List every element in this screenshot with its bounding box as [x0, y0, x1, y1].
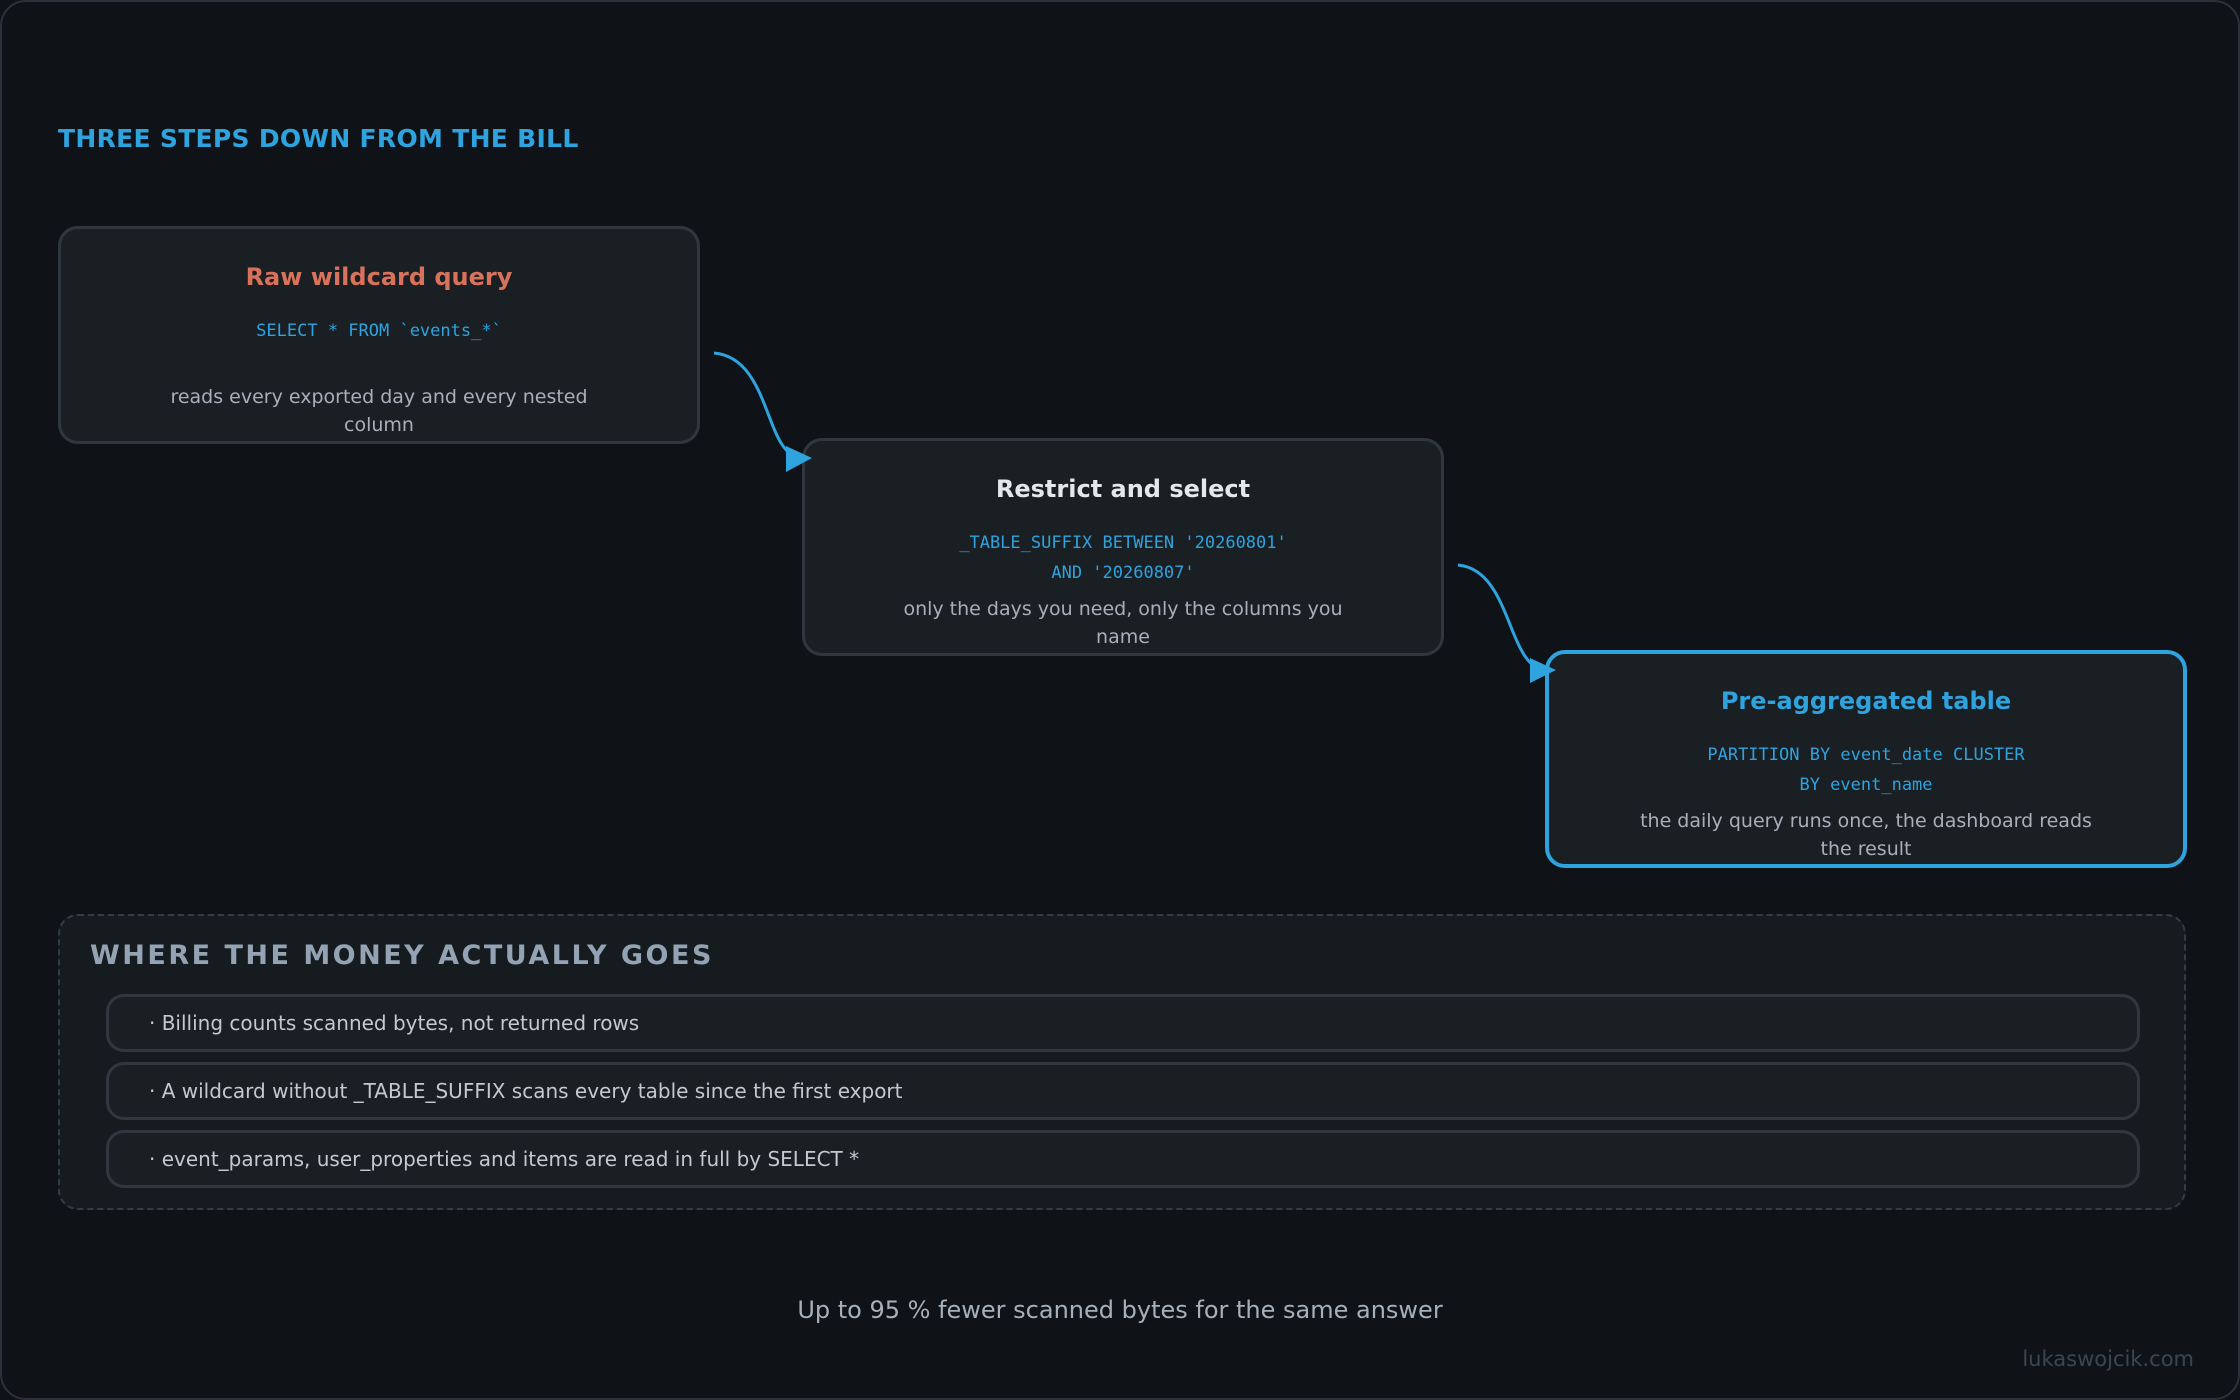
footer-summary: Up to 95 % fewer scanned bytes for the s… [797, 1296, 1443, 1324]
list-item: · A wildcard without _TABLE_SUFFIX scans… [106, 1062, 2140, 1120]
arrow-step1-to-step2 [713, 351, 803, 460]
diagram-canvas: THREE STEPS DOWN FROM THE BILL Raw wildc… [0, 0, 2240, 1400]
arrowhead-step3 [1530, 658, 1556, 683]
list-item: · Billing counts scanned bytes, not retu… [106, 994, 2140, 1052]
money-panel-title: WHERE THE MONEY ACTUALLY GOES [90, 940, 714, 971]
list-item: · event_params, user_properties and item… [106, 1130, 2140, 1188]
watermark: lukaswojcik.com [2022, 1347, 2194, 1371]
money-panel: WHERE THE MONEY ACTUALLY GOES · Billing … [58, 914, 2186, 1210]
arrow-step2-to-step3 [1457, 563, 1546, 672]
arrowhead-step2 [786, 446, 812, 472]
